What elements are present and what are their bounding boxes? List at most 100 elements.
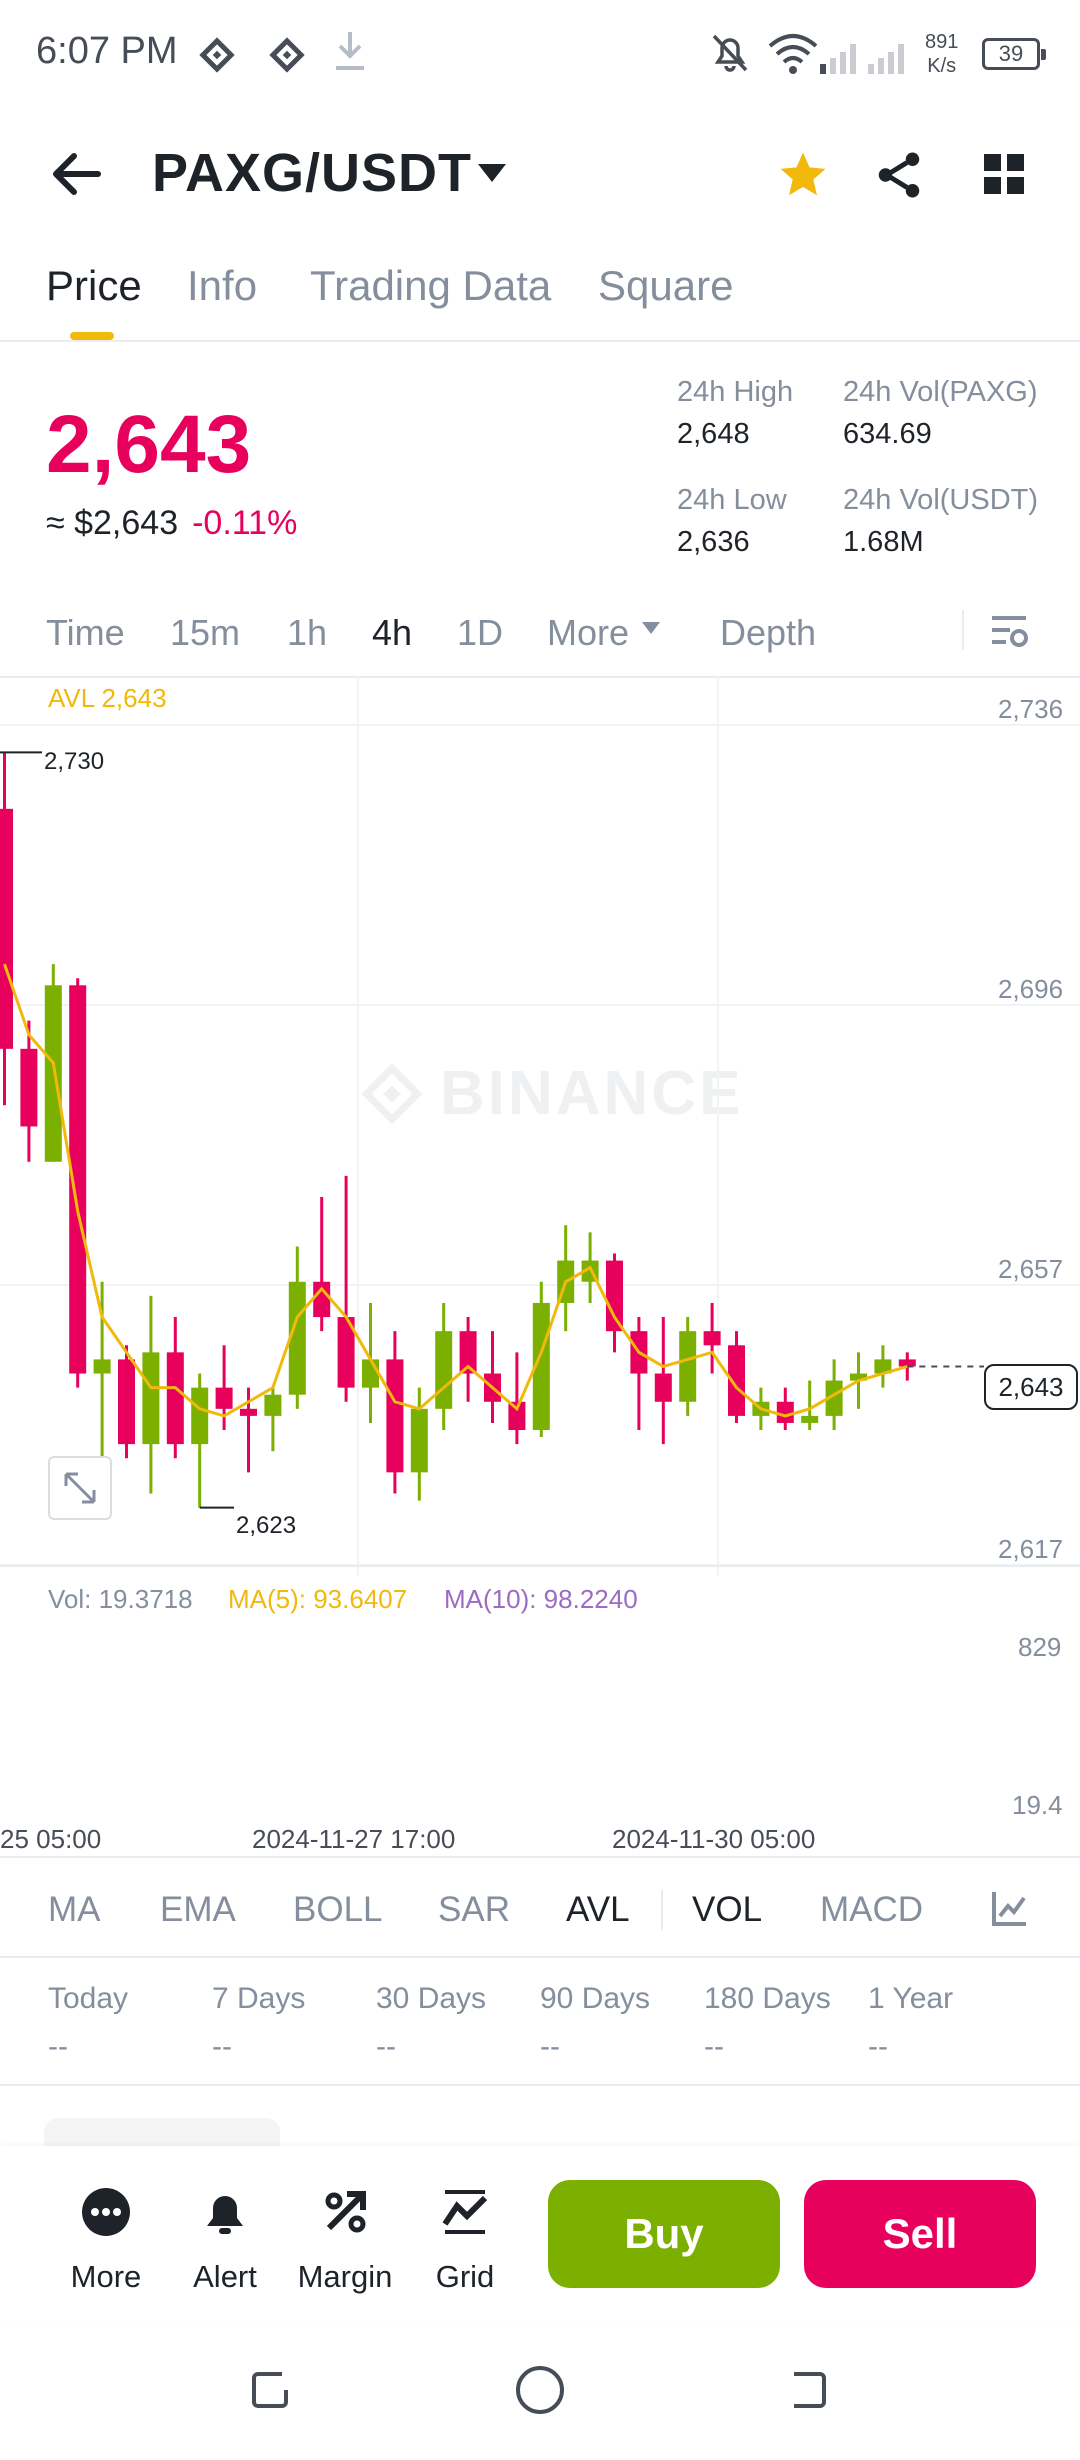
candle-body <box>703 1331 721 1346</box>
wifi-icon <box>768 34 818 74</box>
divider <box>0 1956 1080 1958</box>
status-time: 6:07 PM <box>36 30 178 72</box>
candle-body <box>410 1408 428 1473</box>
tab-trading-data[interactable]: Trading Data <box>310 262 551 310</box>
active-tab-indicator <box>70 332 114 340</box>
avl-label: AVL 2,643 <box>48 683 167 713</box>
low-label: 24h Low <box>677 484 787 516</box>
last-price-tag: 2,643 <box>984 1364 1078 1410</box>
vol-quote-value: 1.68M <box>843 526 924 558</box>
candle-body <box>776 1401 794 1423</box>
grid-menu-icon[interactable] <box>982 152 1026 196</box>
indicator-vol[interactable]: VOL <box>692 1890 762 1930</box>
volume-y-tick: 19.4 <box>1012 1790 1063 1820</box>
bell-icon <box>207 2196 243 2234</box>
perf-value: -- <box>540 2030 560 2063</box>
ma5-label: MA(5): 93.6407 <box>228 1584 408 1614</box>
divider <box>0 340 1080 342</box>
interval-4h[interactable]: 4h <box>372 612 412 654</box>
perf-value: -- <box>376 2030 396 2063</box>
interval-15m[interactable]: 15m <box>170 612 240 654</box>
y-tick-label: 2,657 <box>998 1254 1064 1284</box>
perf-value: -- <box>48 2030 68 2063</box>
candle-body <box>679 1331 697 1402</box>
grid-bot-icon <box>442 2190 488 2234</box>
perf-label-180d: 180 Days <box>704 1982 831 2015</box>
candle-body <box>386 1359 404 1473</box>
nav-more[interactable]: More <box>46 2184 166 2295</box>
mute-notifications-icon <box>712 34 748 72</box>
pair-title[interactable]: PAXG/USDT <box>152 142 472 204</box>
recent-apps-icon[interactable] <box>246 2364 296 2414</box>
candle-body <box>20 1048 38 1127</box>
chevron-down-icon <box>642 622 660 634</box>
back-arrow-icon[interactable] <box>48 148 104 200</box>
star-icon[interactable] <box>776 148 830 202</box>
high-value: 2,648 <box>677 418 750 450</box>
binance-notification-icon <box>199 37 235 73</box>
binance-notification-icon <box>269 37 305 73</box>
perf-label-1y: 1 Year <box>868 1982 954 2015</box>
vol-base-label: 24h Vol(PAXG) <box>843 376 1038 408</box>
vol-quote-label: 24h Vol(USDT) <box>843 484 1039 516</box>
nav-margin[interactable]: Margin <box>285 2184 405 2295</box>
interval-1h[interactable]: 1h <box>287 612 327 654</box>
battery-indicator: 39 <box>982 38 1046 70</box>
y-tick-label: 2,696 <box>998 974 1064 1004</box>
indicator-settings-icon[interactable] <box>990 1888 1030 1928</box>
candle-body <box>142 1352 160 1445</box>
indicator-boll[interactable]: BOLL <box>293 1890 383 1930</box>
candle-body <box>93 1359 111 1374</box>
high-label: 24h High <box>677 376 794 408</box>
candle-body <box>264 1394 282 1416</box>
more-icon <box>82 2188 130 2236</box>
interval-depth[interactable]: Depth <box>720 612 816 654</box>
tab-info[interactable]: Info <box>187 262 257 310</box>
candlestick-chart[interactable] <box>0 676 1080 1576</box>
indicator-ma[interactable]: MA <box>48 1890 101 1930</box>
perf-value: -- <box>868 2030 888 2063</box>
candle-body <box>0 808 13 1049</box>
interval-1d[interactable]: 1D <box>457 612 503 654</box>
x-tick-label: 25 05:00 <box>0 1824 102 1854</box>
indicator-ema[interactable]: EMA <box>160 1890 236 1930</box>
divider <box>962 610 964 650</box>
chart-settings-icon[interactable] <box>988 610 1030 652</box>
sell-button[interactable]: Sell <box>804 2180 1036 2288</box>
tab-price[interactable]: Price <box>46 262 142 310</box>
nav-grid[interactable]: Grid <box>405 2184 525 2295</box>
interval-time[interactable]: Time <box>46 612 125 654</box>
interval-more[interactable]: More <box>547 612 629 654</box>
volume-y-tick: 829 <box>1018 1632 1062 1662</box>
home-icon[interactable] <box>512 2362 568 2418</box>
perf-label-30d: 30 Days <box>376 1982 487 2015</box>
perf-label-today: Today <box>48 1982 129 2015</box>
perf-label-7d: 7 Days <box>212 1982 306 2015</box>
candle-body <box>44 985 62 1162</box>
ma10-label: MA(10): 98.2240 <box>444 1584 638 1614</box>
indicator-avl[interactable]: AVL <box>566 1890 630 1930</box>
last-price: 2,643 <box>46 399 252 490</box>
share-icon[interactable] <box>872 148 926 202</box>
tab-square[interactable]: Square <box>598 262 733 310</box>
divider <box>0 2084 1080 2086</box>
margin-icon <box>325 2191 366 2233</box>
order-book-tab-peek <box>44 2118 280 2148</box>
perf-value: -- <box>212 2030 232 2063</box>
low-value: 2,636 <box>677 526 750 558</box>
avl-line <box>3 963 908 1418</box>
buy-button[interactable]: Buy <box>548 2180 780 2288</box>
x-tick-label: 2024-11-30 05:00 <box>612 1824 816 1854</box>
nav-alert[interactable]: Alert <box>165 2184 285 2295</box>
indicator-macd[interactable]: MACD <box>820 1890 923 1930</box>
network-speed: 891 K/s <box>925 31 959 77</box>
signal-strength-icon <box>820 44 904 74</box>
back-nav-icon[interactable] <box>784 2364 834 2414</box>
vol-base-value: 634.69 <box>843 418 932 450</box>
candle-body <box>240 1408 257 1416</box>
dropdown-caret-icon[interactable] <box>476 162 508 186</box>
indicator-sar[interactable]: SAR <box>438 1890 510 1930</box>
volume-label: Vol: 19.3718 <box>48 1584 193 1614</box>
high-marker-label: 2,730 <box>44 748 105 775</box>
fullscreen-button[interactable] <box>48 1456 112 1520</box>
